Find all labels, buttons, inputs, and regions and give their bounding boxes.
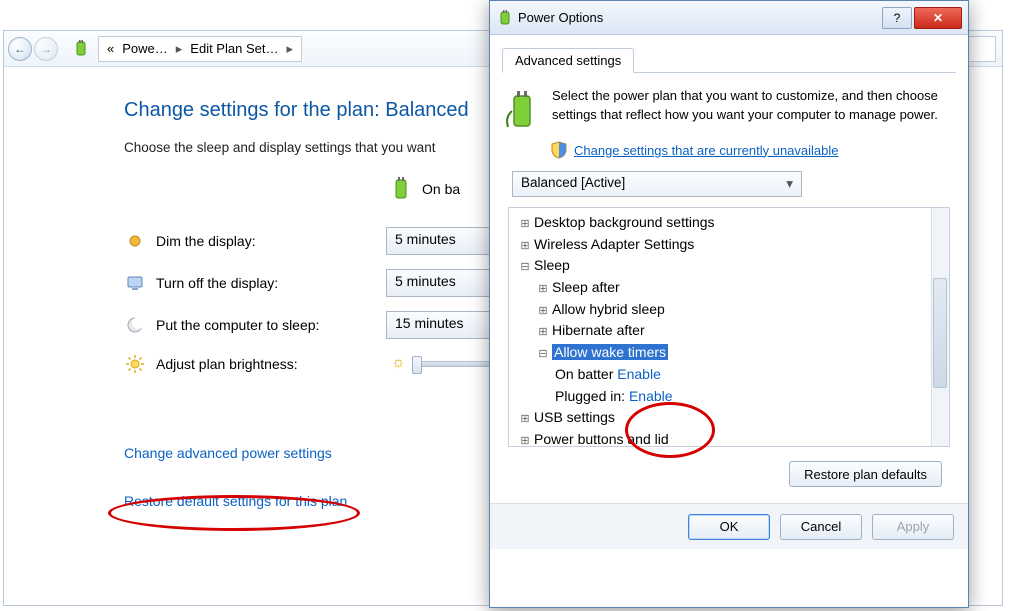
- on-battery-value[interactable]: Enable: [617, 366, 661, 382]
- back-button[interactable]: ←: [8, 37, 32, 61]
- tab-advanced-settings[interactable]: Advanced settings: [502, 48, 634, 73]
- turn-off-label: Turn off the display:: [156, 275, 386, 291]
- expand-icon[interactable]: ⊞: [519, 216, 531, 233]
- plugged-in-value[interactable]: Enable: [629, 388, 673, 404]
- shield-icon: [550, 141, 568, 159]
- expand-icon[interactable]: ⊞: [537, 303, 549, 320]
- tree-item-usb[interactable]: ⊞USB settings: [515, 407, 945, 429]
- expand-icon[interactable]: ⊞: [519, 238, 531, 255]
- tree-item-sleep[interactable]: ⊟Sleep: [515, 255, 945, 277]
- sun-icon: [124, 353, 146, 375]
- dim-icon: [124, 230, 146, 252]
- monitor-icon: [124, 272, 146, 294]
- power-plan-icon: [70, 38, 92, 60]
- collapse-icon[interactable]: ⊟: [519, 259, 531, 276]
- expand-icon[interactable]: ⊞: [519, 411, 531, 428]
- tree-item-wake-timers[interactable]: ⊟Allow wake timers: [515, 342, 945, 364]
- link-restore-defaults[interactable]: Restore default settings for this plan: [124, 493, 347, 509]
- tree-item-sleep-after[interactable]: ⊞Sleep after: [515, 277, 945, 299]
- close-button[interactable]: ✕: [914, 7, 962, 29]
- breadcrumb[interactable]: « Powe… ▸ Edit Plan Set… ▸: [98, 36, 302, 62]
- plan-dropdown[interactable]: Balanced [Active]: [512, 171, 802, 197]
- tree-item-hibernate-after[interactable]: ⊞Hibernate after: [515, 320, 945, 342]
- expand-icon[interactable]: ⊞: [537, 281, 549, 298]
- tree-item-on-battery[interactable]: On batter Enable: [515, 364, 945, 386]
- dialog-title: Power Options: [514, 10, 880, 25]
- link-unlock-settings[interactable]: Change settings that are currently unava…: [574, 143, 839, 158]
- tree-scrollbar[interactable]: [931, 208, 949, 446]
- tree-selected-label: Allow wake timers: [552, 344, 668, 360]
- dialog-intro-text: Select the power plan that you want to c…: [542, 87, 956, 135]
- settings-tree[interactable]: ⊞Desktop background settings ⊞Wireless A…: [508, 207, 950, 447]
- power-options-dialog: Power Options ? ✕ Advanced settings Sele…: [489, 0, 969, 608]
- power-options-icon: [496, 9, 514, 27]
- crumb-edit-plan[interactable]: Edit Plan Set…: [186, 41, 282, 56]
- link-change-advanced[interactable]: Change advanced power settings: [124, 445, 332, 461]
- sun-low-icon: ☼: [391, 354, 406, 372]
- moon-icon: [124, 314, 146, 336]
- dialog-intro: Select the power plan that you want to c…: [502, 87, 956, 135]
- tree-item-wireless[interactable]: ⊞Wireless Adapter Settings: [515, 234, 945, 256]
- dialog-body: Advanced settings Select the power plan …: [490, 35, 968, 503]
- tree-item-plugged-in[interactable]: Plugged in: Enable: [515, 386, 945, 408]
- cancel-button[interactable]: Cancel: [780, 514, 862, 540]
- help-button[interactable]: ?: [882, 7, 912, 29]
- ok-button[interactable]: OK: [688, 514, 770, 540]
- dialog-footer: OK Cancel Apply: [490, 503, 968, 549]
- crumb-back: «: [103, 41, 118, 56]
- tree-item-desktop[interactable]: ⊞Desktop background settings: [515, 212, 945, 234]
- apply-button[interactable]: Apply: [872, 514, 954, 540]
- expand-icon[interactable]: ⊞: [537, 324, 549, 341]
- brightness-label: Adjust plan brightness:: [156, 356, 386, 372]
- sleep-label: Put the computer to sleep:: [156, 317, 386, 333]
- forward-button[interactable]: →: [34, 37, 58, 61]
- battery-icon: [388, 175, 414, 203]
- dim-label: Dim the display:: [156, 233, 386, 249]
- tab-bar: Advanced settings: [502, 47, 956, 73]
- battery-large-icon: [502, 87, 542, 135]
- tree-item-power-buttons[interactable]: ⊞Power buttons and lid: [515, 429, 945, 447]
- dialog-titlebar[interactable]: Power Options ? ✕: [490, 1, 968, 35]
- chevron-right-icon: ▸: [282, 41, 297, 57]
- column-header-label: On ba: [422, 181, 460, 197]
- expand-icon[interactable]: ⊞: [519, 433, 531, 447]
- collapse-icon[interactable]: ⊟: [537, 346, 549, 363]
- tree-item-hybrid-sleep[interactable]: ⊞Allow hybrid sleep: [515, 299, 945, 321]
- restore-plan-defaults-button[interactable]: Restore plan defaults: [789, 461, 942, 487]
- unlock-settings-row: Change settings that are currently unava…: [550, 141, 956, 159]
- crumb-power[interactable]: Powe…: [118, 41, 172, 56]
- chevron-right-icon: ▸: [172, 41, 187, 57]
- scrollbar-thumb[interactable]: [933, 278, 947, 388]
- slider-thumb[interactable]: [412, 356, 422, 374]
